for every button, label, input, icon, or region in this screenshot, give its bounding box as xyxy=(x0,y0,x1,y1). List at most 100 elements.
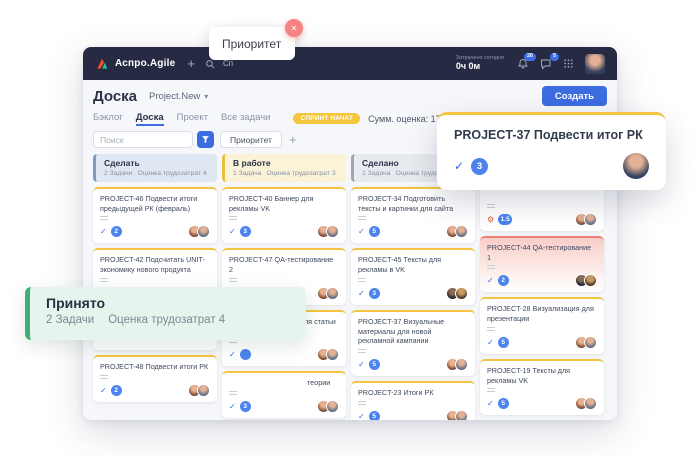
estimate-badge: 5 xyxy=(369,226,380,237)
task-title: PROJECT-34 Подготовить тексты и картинки… xyxy=(358,194,468,213)
check-icon xyxy=(100,386,107,395)
task-card[interactable]: PROJECT-46 Подвести итоги предыдущей РК … xyxy=(93,187,217,243)
page-header: Доска Project.New Создать xyxy=(93,85,607,107)
estimate-badge: 2 xyxy=(111,385,122,396)
close-icon[interactable] xyxy=(285,19,303,37)
task-title: PROJECT-46 Подвести итоги предыдущей РК … xyxy=(100,194,210,213)
task-title: PROJECT-44 QA-тестирование 1 xyxy=(487,243,597,262)
priority-tooltip-label: Приоритет xyxy=(222,37,281,51)
description-icon xyxy=(229,391,237,396)
task-card[interactable]: PROJECT-23 Итоги РК 5 xyxy=(351,381,475,420)
task-title: PROJECT-48 Подвести итоги РК xyxy=(100,362,210,372)
user-avatar[interactable] xyxy=(585,54,605,74)
avatar xyxy=(326,225,339,238)
column-task-count: 2 Задачи xyxy=(104,170,133,177)
tab-all-tasks[interactable]: Все задачи xyxy=(221,112,271,126)
avatar xyxy=(455,410,468,420)
page-title: Доска xyxy=(93,88,137,105)
filter-button[interactable] xyxy=(197,131,214,148)
column-header: Сделать 2 Задачи Оценка трудозатрат 4 xyxy=(93,154,217,182)
description-icon xyxy=(229,278,237,283)
estimate-badge: 3 xyxy=(240,226,251,237)
app-window: Аспро.Agile + Сп Затрачено сегодня 0ч 0м… xyxy=(83,47,617,420)
check-icon xyxy=(487,338,494,347)
accepted-tooltip-title: Принято xyxy=(46,295,306,311)
task-title: теории xyxy=(229,378,339,388)
estimate-badge: 2 xyxy=(498,275,509,286)
estimate-badge: 2 xyxy=(111,226,122,237)
check-icon xyxy=(358,289,365,298)
task-title: PROJECT-37 Визуальные материалы для ново… xyxy=(358,317,468,346)
estimate-badge: 5 xyxy=(498,337,509,348)
task-title: PROJECT-28 Визуализация для презентации xyxy=(487,304,597,323)
task-card[interactable]: PROJECT-37 Визуальные материалы для ново… xyxy=(351,310,475,376)
time-tracked-label: Затрачено сегодня xyxy=(456,55,504,62)
task-title: PROJECT-42 Подсчитать UNIT-экономику нов… xyxy=(100,255,210,274)
add-filter-icon[interactable] xyxy=(289,133,297,146)
estimate-badge: 3 xyxy=(240,401,251,412)
apps-grid-icon[interactable] xyxy=(563,58,574,69)
task-card[interactable]: PROJECT-34 Подготовить тексты и картинки… xyxy=(351,187,475,243)
column-header: В работе 1 Задача Оценка трудозатрат 3 xyxy=(222,154,346,182)
app-name: Аспро.Agile xyxy=(115,58,175,69)
search-icon[interactable] xyxy=(205,59,215,69)
column-accepted: 1.5 PROJECT-44 QA-тестирование 1 2 PROJE… xyxy=(480,154,604,420)
description-icon xyxy=(229,339,237,344)
avatar xyxy=(326,400,339,413)
check-icon xyxy=(487,276,494,285)
description-icon xyxy=(100,278,108,283)
task-card[interactable]: PROJECT-45 Тексты для рекламы в VK 3 xyxy=(351,248,475,304)
avatar xyxy=(584,274,597,287)
description-icon xyxy=(487,327,495,332)
avatar xyxy=(584,397,597,410)
avatar xyxy=(326,287,339,300)
task-preview-card[interactable]: PROJECT-37 Подвести итог РК 3 xyxy=(437,112,666,190)
description-icon xyxy=(358,401,366,406)
column-title: В работе xyxy=(233,158,338,168)
check-icon xyxy=(229,350,236,359)
check-icon xyxy=(454,159,464,173)
avatar xyxy=(584,336,597,349)
search-input[interactable] xyxy=(93,131,193,148)
task-title: PROJECT-47 QA-тестирование 2 xyxy=(229,255,339,274)
task-title: PROJECT-45 Тексты для рекламы в VK xyxy=(358,255,468,274)
messages-count-badge: 5 xyxy=(550,53,559,62)
estimate-badge: 5 xyxy=(369,411,380,420)
task-card[interactable]: PROJECT-19 Тексты для рекламы VK 5 xyxy=(480,359,604,415)
description-icon xyxy=(358,349,366,354)
description-icon xyxy=(487,204,495,209)
funnel-icon xyxy=(201,135,210,144)
avatar xyxy=(584,213,597,226)
messages-icon[interactable]: 5 xyxy=(540,58,552,70)
tab-board[interactable]: Доска xyxy=(136,112,164,126)
sprint-status-badge: СПРИНТ НАЧАТ xyxy=(293,113,360,124)
topbar-right: Затрачено сегодня 0ч 0м 26 5 xyxy=(456,54,605,74)
create-button[interactable]: Создать xyxy=(542,86,607,106)
task-card-highlighted[interactable]: PROJECT-44 QA-тестирование 1 2 xyxy=(480,236,604,292)
tab-backlog[interactable]: Бэклог xyxy=(93,112,123,126)
column-cards: 1.5 PROJECT-44 QA-тестирование 1 2 PROJE… xyxy=(480,185,604,420)
time-tracked: Затрачено сегодня 0ч 0м xyxy=(456,55,504,72)
check-icon xyxy=(229,227,236,236)
task-card[interactable]: PROJECT-48 Подвести итоги РК 2 xyxy=(93,355,217,402)
accepted-estimate: Оценка трудозатрат 4 xyxy=(108,314,225,326)
task-title: PROJECT-40 Баннер для рекламы VK xyxy=(229,194,339,213)
task-card[interactable]: 1.5 xyxy=(480,185,604,231)
add-icon[interactable]: + xyxy=(187,57,195,70)
task-card[interactable]: теории 3 xyxy=(222,371,346,418)
topbar-nav-fragment[interactable]: Сп xyxy=(223,59,233,68)
priority-filter-chip[interactable]: Приоритет xyxy=(220,131,282,148)
tab-project[interactable]: Проект xyxy=(177,112,208,126)
check-icon xyxy=(358,227,365,236)
topbar: Аспро.Agile + Сп Затрачено сегодня 0ч 0м… xyxy=(83,47,617,80)
project-select[interactable]: Project.New xyxy=(149,91,208,102)
gear-icon xyxy=(487,215,494,224)
task-card[interactable]: PROJECT-40 Баннер для рекламы VK 3 xyxy=(222,187,346,243)
column-cards: PROJECT-34 Подготовить тексты и картинки… xyxy=(351,187,475,420)
estimate-badge: 5 xyxy=(369,359,380,370)
task-card[interactable]: PROJECT-28 Визуализация для презентации … xyxy=(480,297,604,353)
description-icon xyxy=(100,216,108,221)
notifications-bell-icon[interactable]: 26 xyxy=(517,58,529,70)
column-task-count: 1 Задача xyxy=(362,170,390,177)
check-icon xyxy=(100,227,107,236)
